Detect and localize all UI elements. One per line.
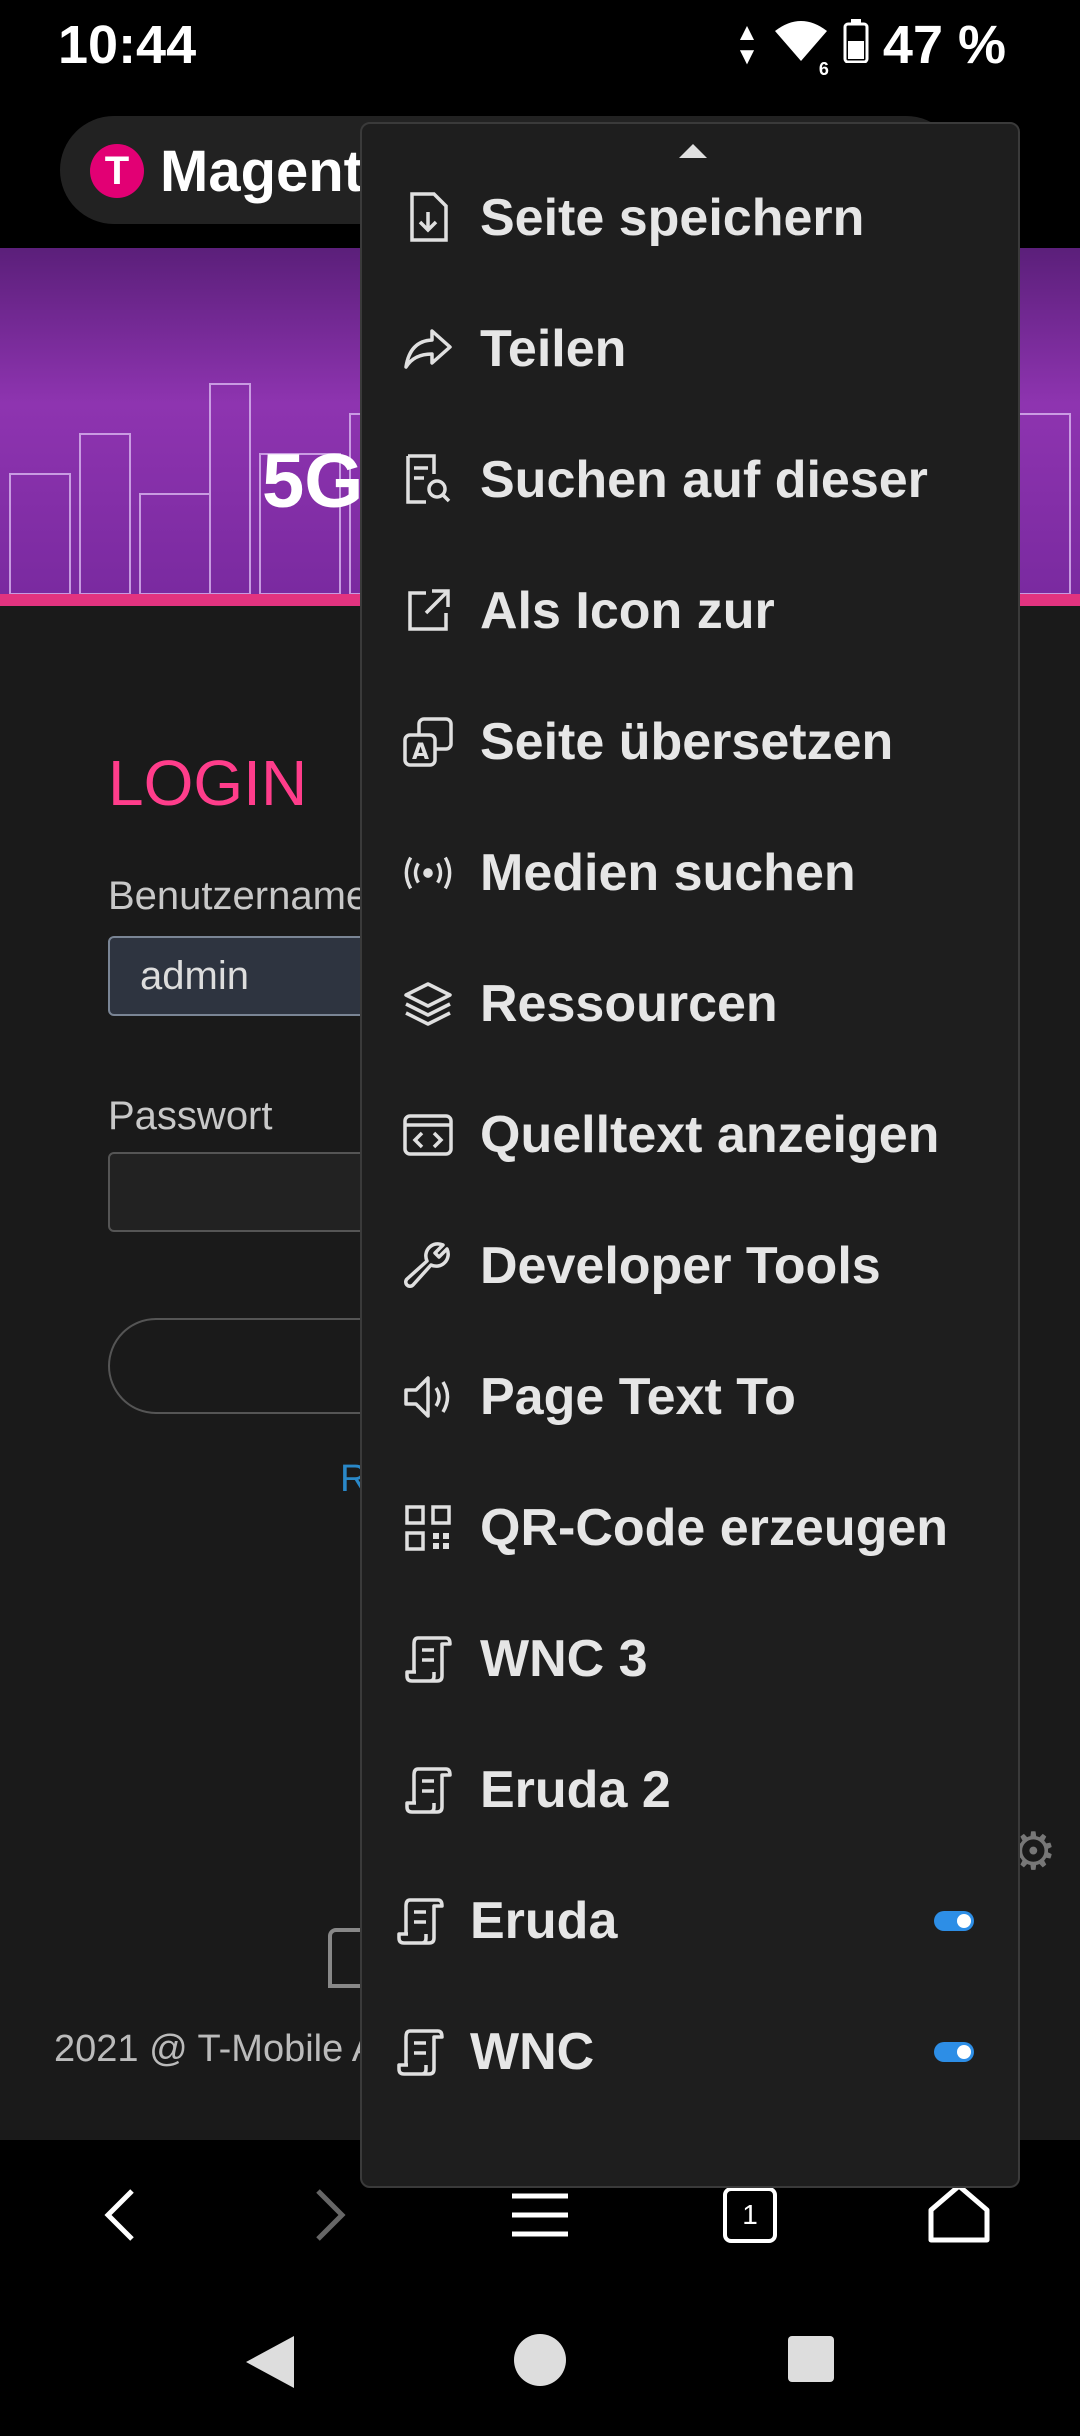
menu-item-save-page[interactable]: Seite speichern [362,152,1018,283]
eruda-toggle[interactable] [934,1910,974,1931]
menu-item-script-wnc-3[interactable]: WNC 3 [362,1593,1018,1724]
footer-copyright: 2021 @ T-Mobile A [54,2028,378,2070]
data-arrows-icon: ▲ ▼ [735,19,759,70]
tabs-icon: 1 [723,2187,777,2243]
menu-item-translate[interactable]: A Seite übersetzen [362,676,1018,807]
menu-item-label: Eruda [470,1891,618,1950]
system-home-icon[interactable] [514,2334,566,2386]
wrench-icon [402,1240,454,1292]
username-label: Benutzername [108,874,369,918]
menu-item-label: Quelltext anzeigen [480,1105,940,1164]
network-type: 6 [818,59,829,79]
overflow-menu: Seite speichern Teilen Suchen auf dieser… [360,122,1020,2188]
find-in-page-icon [402,453,454,506]
menu-item-view-source[interactable]: Quelltext anzeigen [362,1069,1018,1200]
battery-level: 47 % [882,15,1006,75]
system-recents-icon[interactable] [788,2336,834,2382]
menu-item-label: Teilen [480,319,627,378]
speaker-icon [402,1371,454,1423]
layers-icon [402,978,454,1030]
status-bar: 10:44 ▲ ▼ 6 47 % [0,0,1080,100]
menu-item-label: Seite speichern [480,188,865,247]
page-title: Magent [160,139,363,204]
system-nav-bar [0,2290,1080,2436]
script-icon [394,1895,446,1947]
status-time: 10:44 [58,15,197,75]
menu-item-label: Als Icon zur [480,581,775,640]
menu-item-find-in-page[interactable]: Suchen auf dieser [362,414,1018,545]
menu-item-label: WNC [470,2022,595,2081]
script-icon [394,2026,446,2078]
menu-item-share[interactable]: Teilen [362,283,1018,414]
translate-icon: A [402,716,454,768]
status-icons: ▲ ▼ 6 47 % [735,14,1006,79]
view-source-icon [402,1109,454,1161]
menu-item-script-eruda[interactable]: Eruda [362,1855,1018,1986]
wnc-toggle[interactable] [934,2041,974,2062]
home-icon[interactable] [926,2180,992,2246]
menu-item-script-eruda-2[interactable]: Eruda 2 [362,1724,1018,1855]
menu-item-page-text-to-speech[interactable]: Page Text To [362,1331,1018,1462]
menu-item-label: Ressourcen [480,974,778,1033]
menu-item-label: QR-Code erzeugen [480,1498,949,1557]
menu-item-add-shortcut[interactable]: Als Icon zur [362,545,1018,676]
svg-text:A: A [412,740,429,765]
tab-count: 1 [742,2199,758,2230]
menu-item-developer-tools[interactable]: Developer Tools [362,1200,1018,1331]
forward-icon[interactable] [300,2185,360,2245]
login-heading: LOGIN [108,747,308,819]
telekom-logo-icon: T [90,144,144,198]
menu-item-label: Medien suchen [480,843,856,902]
password-label: Passwort [108,1094,273,1138]
menu-item-label: Suchen auf dieser [480,450,928,509]
share-icon [402,323,454,375]
qr-code-icon [402,1502,454,1554]
wifi-icon: 6 [773,14,829,79]
menu-item-resources[interactable]: Ressourcen [362,938,1018,1069]
menu-item-label: WNC 3 [480,1629,648,1688]
menu-item-label: Seite übersetzen [480,712,894,771]
battery-icon [843,14,869,76]
back-icon[interactable] [90,2185,150,2245]
menu-icon[interactable] [508,2185,572,2245]
menu-item-label: Developer Tools [480,1236,881,1295]
script-icon [402,1764,454,1816]
menu-item-media-search[interactable]: Medien suchen [362,807,1018,938]
menu-item-script-wnc[interactable]: WNC [362,1986,1018,2117]
menu-item-qr-code[interactable]: QR-Code erzeugen [362,1462,1018,1593]
add-shortcut-icon [402,585,454,637]
banner-label: 5G [262,439,364,524]
script-icon [402,1633,454,1685]
tabs-button[interactable]: 1 [718,2182,782,2248]
media-search-icon [402,847,454,899]
system-back-icon[interactable] [244,2334,296,2395]
menu-item-label: Eruda 2 [480,1760,671,1819]
save-page-icon [402,191,454,244]
menu-item-label: Page Text To [480,1367,796,1426]
